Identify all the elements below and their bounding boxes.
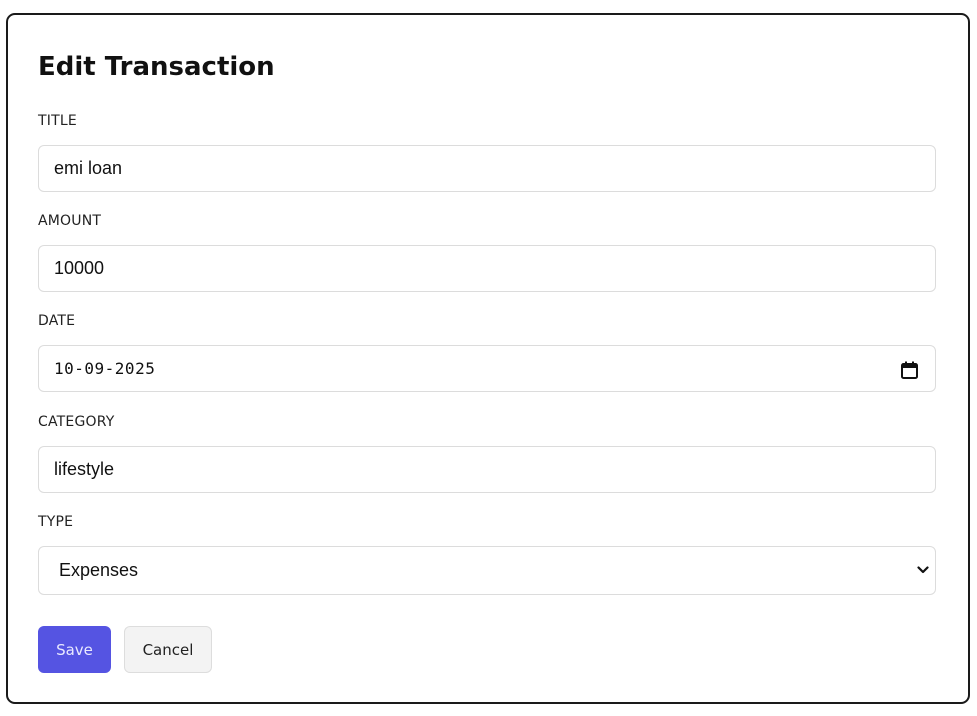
amount-input-value: 10000 [54,258,105,278]
type-select-value: Expenses [59,560,139,580]
title-input[interactable]: emi loan [38,145,936,192]
date-input-value: 10-09-2025 [54,359,156,378]
amount-input[interactable]: 10000 [38,245,936,292]
category-input-value: lifestyle [54,459,115,479]
category-input[interactable]: lifestyle [38,446,936,493]
dialog-title: Edit Transaction [38,52,275,82]
calendar-icon[interactable] [901,361,918,379]
category-label: CATEGORY [38,414,115,430]
save-button[interactable]: Save [38,626,111,673]
chevron-down-icon [917,566,929,574]
date-input[interactable]: 10-09-2025 [38,345,936,392]
amount-label: AMOUNT [38,213,102,229]
title-label: TITLE [38,113,77,129]
type-select[interactable]: Expenses [38,546,936,595]
cancel-button[interactable]: Cancel [124,626,212,673]
date-label: DATE [38,313,76,329]
title-input-value: emi loan [54,158,123,178]
type-label: TYPE [38,514,74,530]
edit-transaction-dialog: Edit Transaction TITLE emi loan AMOUNT 1… [6,13,970,704]
